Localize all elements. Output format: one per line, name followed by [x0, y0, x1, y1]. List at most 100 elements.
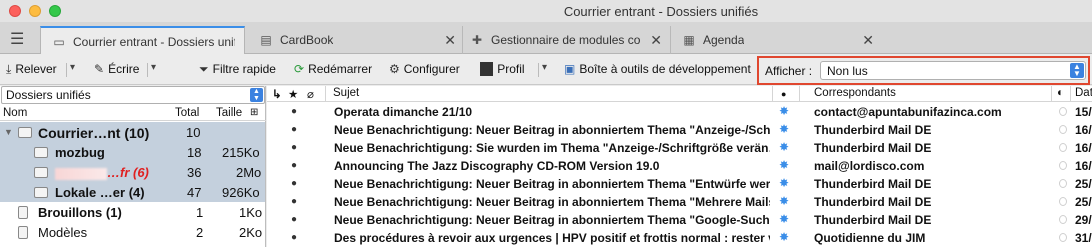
folder-item-templates[interactable]: Modèles 2 2Ko — [0, 222, 265, 242]
close-tab-icon[interactable]: ✕ — [444, 32, 456, 49]
unread-dot-icon[interactable]: ● — [291, 232, 297, 243]
junk-icon[interactable] — [1059, 161, 1067, 170]
message-row[interactable]: ● Neue Benachrichtigung: Neuer Beitrag in… — [267, 121, 1092, 139]
message-list: ↳ ★ ⌀ Sujet ● Correspondants ◐ Dat ● Oper… — [267, 86, 1092, 247]
chevron-updown-icon: ▲ ▼ — [1070, 63, 1084, 78]
close-tab-icon[interactable]: ✕ — [862, 32, 874, 49]
col-date-header[interactable]: Dat — [1075, 87, 1092, 99]
folder-item-drafts[interactable]: Brouillons (1) 1 1Ko — [0, 202, 265, 222]
folder-mode-select[interactable]: Dossiers unifiés ▲ ▼ — [1, 86, 265, 104]
unread-star-icon[interactable]: ✸ — [779, 176, 789, 190]
unread-dot-icon[interactable]: ● — [291, 142, 297, 153]
message-subject: Announcing The Jazz Discography CD-ROM V… — [334, 159, 660, 173]
message-from: mail@lordisco.com — [814, 159, 925, 173]
message-row[interactable]: ● Operata dimanche 21/10 ✸ contact@apuntabu… — [267, 103, 1092, 121]
folder-icon — [34, 147, 48, 158]
divider — [66, 63, 67, 77]
junk-icon[interactable] — [1059, 197, 1067, 206]
message-from: Thunderbird Mail DE — [814, 177, 932, 191]
template-icon — [18, 226, 28, 239]
col-total-header[interactable]: Total — [175, 107, 199, 119]
col-subject-header[interactable]: Sujet — [333, 87, 359, 99]
message-subject: Neue Benachrichtigung: Sie wurden im The… — [334, 141, 770, 155]
message-row[interactable]: ● Announcing The Jazz Discography CD-ROM … — [267, 157, 1092, 175]
tab-inbox[interactable]: ▭ Courrier entrant - Dossiers unifiés — [40, 26, 245, 54]
junk-icon[interactable] — [1059, 125, 1067, 134]
col-size-header[interactable]: Taille — [216, 107, 242, 119]
view-filter-select[interactable]: Non lus ▲ ▼ — [820, 61, 1086, 80]
attachment-icon[interactable]: ⌀ — [307, 87, 314, 101]
col-correspondents-header[interactable]: Correspondants — [814, 87, 896, 99]
junk-icon[interactable] — [1059, 143, 1067, 152]
message-list-header: ↳ ★ ⌀ Sujet ● Correspondants ◐ Dat — [267, 86, 1092, 102]
profile-button[interactable]: ■ Profil — [480, 62, 525, 76]
read-status-icon[interactable]: ● — [781, 89, 786, 99]
window-title: Courrier entrant - Dossiers unifiés — [563, 4, 759, 19]
junk-icon[interactable] — [1059, 179, 1067, 188]
folder-item[interactable]: Lokale …er (4) 47 926Ko — [0, 182, 265, 202]
draft-icon — [18, 206, 28, 219]
unread-star-icon[interactable]: ✸ — [779, 104, 789, 118]
filter-icon: ⏷ — [199, 62, 209, 76]
message-from: Quotidienne du JIM — [814, 231, 926, 245]
view-filter: Afficher : Non lus ▲ ▼ — [757, 56, 1090, 85]
folder-item[interactable]: mozbug 18 215Ko — [0, 142, 265, 162]
quick-filter-button[interactable]: ⏷ Filtre rapide — [199, 62, 276, 77]
get-messages-button[interactable]: ⤓ Relever — [6, 62, 57, 77]
toolbox-icon: ▣ — [564, 62, 576, 76]
write-dropdown[interactable]: ▾ — [151, 62, 156, 73]
message-date: 16/ — [1075, 141, 1092, 155]
tab-cardbook[interactable]: ▤ CardBook ✕ — [252, 26, 462, 54]
message-from: contact@apuntabunifazinca.com — [814, 105, 1002, 119]
dev-toolbox-button[interactable]: ▣ Boîte à outils de développement — [564, 62, 751, 76]
message-subject: Des procédures à revoir aux urgences | H… — [334, 231, 770, 245]
get-messages-dropdown[interactable]: ▾ — [70, 62, 75, 73]
col-name-header[interactable]: Nom — [3, 107, 27, 119]
junk-icon[interactable] — [1059, 215, 1067, 224]
pencil-icon: ✎ — [94, 62, 105, 76]
unread-star-icon[interactable]: ✸ — [779, 194, 789, 208]
message-subject: Neue Benachrichtigung: Neuer Beitrag in … — [334, 123, 770, 137]
message-date: 16/ — [1075, 159, 1092, 173]
unread-dot-icon[interactable]: ● — [291, 178, 297, 189]
configure-button[interactable]: ⚙ Configurer — [389, 62, 460, 76]
divider — [538, 63, 539, 77]
star-icon[interactable]: ★ — [288, 87, 298, 101]
unread-dot-icon[interactable]: ● — [291, 160, 297, 171]
message-row[interactable]: ● Neue Benachrichtigung: Neuer Beitrag in… — [267, 175, 1092, 193]
folder-item-inbox[interactable]: ▼ Courrier…nt (10) 10 — [0, 122, 265, 142]
profile-dropdown[interactable]: ▾ — [542, 62, 547, 73]
junk-status-icon[interactable]: ◐ — [1057, 87, 1064, 99]
folder-icon — [34, 167, 48, 178]
message-subject: Operata dimanche 21/10 — [334, 105, 473, 119]
message-row[interactable]: ● Neue Benachrichtigung: Sie wurden im Th… — [267, 139, 1092, 157]
unread-star-icon[interactable]: ✸ — [779, 230, 789, 244]
inbox-icon: ▭ — [53, 35, 65, 49]
message-row[interactable]: ● Des procédures à revoir aux urgences | … — [267, 229, 1092, 247]
unread-dot-icon[interactable]: ● — [291, 124, 297, 135]
restart-button[interactable]: ⟳ Redémarrer — [294, 62, 372, 76]
close-tab-icon[interactable]: ✕ — [650, 32, 662, 49]
message-from: Thunderbird Mail DE — [814, 195, 932, 209]
message-row[interactable]: ● Neue Benachrichtigung: Neuer Beitrag in… — [267, 193, 1092, 211]
junk-icon[interactable] — [1059, 233, 1067, 242]
folder-item[interactable]: …fr (6) 36 2Mo — [0, 162, 265, 182]
hamburger-menu-icon[interactable]: ☰ — [10, 29, 24, 49]
unread-dot-icon[interactable]: ● — [291, 196, 297, 207]
message-from: Thunderbird Mail DE — [814, 123, 932, 137]
avatar: ■ — [480, 62, 494, 76]
thread-icon[interactable]: ↳ — [272, 87, 282, 101]
unread-dot-icon[interactable]: ● — [291, 214, 297, 225]
write-button[interactable]: ✎ Écrire — [94, 62, 139, 76]
unread-dot-icon[interactable]: ● — [291, 106, 297, 117]
tab-agenda[interactable]: ▦ Agenda ✕ — [670, 26, 880, 54]
column-picker-icon[interactable]: ⊞ — [250, 107, 258, 118]
message-row[interactable]: ● Neue Benachrichtigung: Neuer Beitrag in… — [267, 211, 1092, 229]
junk-icon[interactable] — [1059, 107, 1067, 116]
unread-star-icon[interactable]: ✸ — [779, 158, 789, 172]
unread-star-icon[interactable]: ✸ — [779, 140, 789, 154]
unread-star-icon[interactable]: ✸ — [779, 212, 789, 226]
tab-addons[interactable]: ✚Gestionnaire de modules complémentaires… — [462, 26, 668, 54]
unread-star-icon[interactable]: ✸ — [779, 122, 789, 136]
expand-triangle-icon[interactable]: ▼ — [4, 127, 13, 137]
